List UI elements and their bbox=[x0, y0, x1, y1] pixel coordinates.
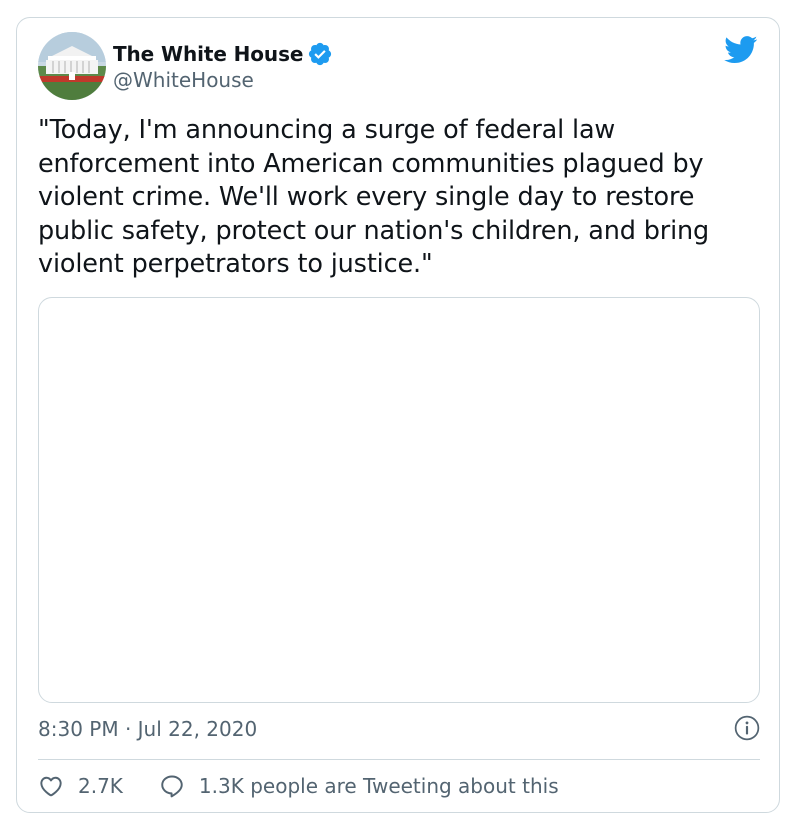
engagement-row: 2.7K 1.3K people are Tweeting about this bbox=[38, 771, 559, 801]
author-name-row[interactable]: The White House bbox=[113, 40, 333, 68]
author-handle[interactable]: @WhiteHouse bbox=[113, 67, 254, 93]
conversation-count: 1.3K people are Tweeting about this bbox=[198, 774, 559, 798]
media-frame[interactable] bbox=[38, 297, 760, 703]
speech-bubble-icon bbox=[161, 775, 183, 798]
like-button[interactable]: 2.7K bbox=[38, 772, 123, 800]
author-display-name[interactable]: The White House bbox=[113, 41, 303, 67]
info-icon[interactable] bbox=[734, 715, 760, 741]
tweet-card: The White House @WhiteHouse "Today, I'm … bbox=[16, 17, 780, 813]
white-house-building-avatar-icon bbox=[38, 32, 106, 100]
heart-icon bbox=[40, 776, 62, 797]
verified-badge-icon bbox=[309, 42, 332, 66]
tweet-timestamp[interactable]: 8:30 PM · Jul 22, 2020 bbox=[38, 715, 257, 743]
avatar[interactable] bbox=[38, 32, 106, 100]
tweet-meta-row: 8:30 PM · Jul 22, 2020 bbox=[38, 715, 760, 745]
like-count: 2.7K bbox=[78, 774, 123, 798]
divider bbox=[38, 759, 760, 760]
tweet-text: "Today, I'm announcing a surge of federa… bbox=[38, 115, 710, 279]
conversation-button[interactable]: 1.3K people are Tweeting about this bbox=[159, 772, 559, 800]
twitter-bird-icon[interactable] bbox=[724, 36, 758, 64]
